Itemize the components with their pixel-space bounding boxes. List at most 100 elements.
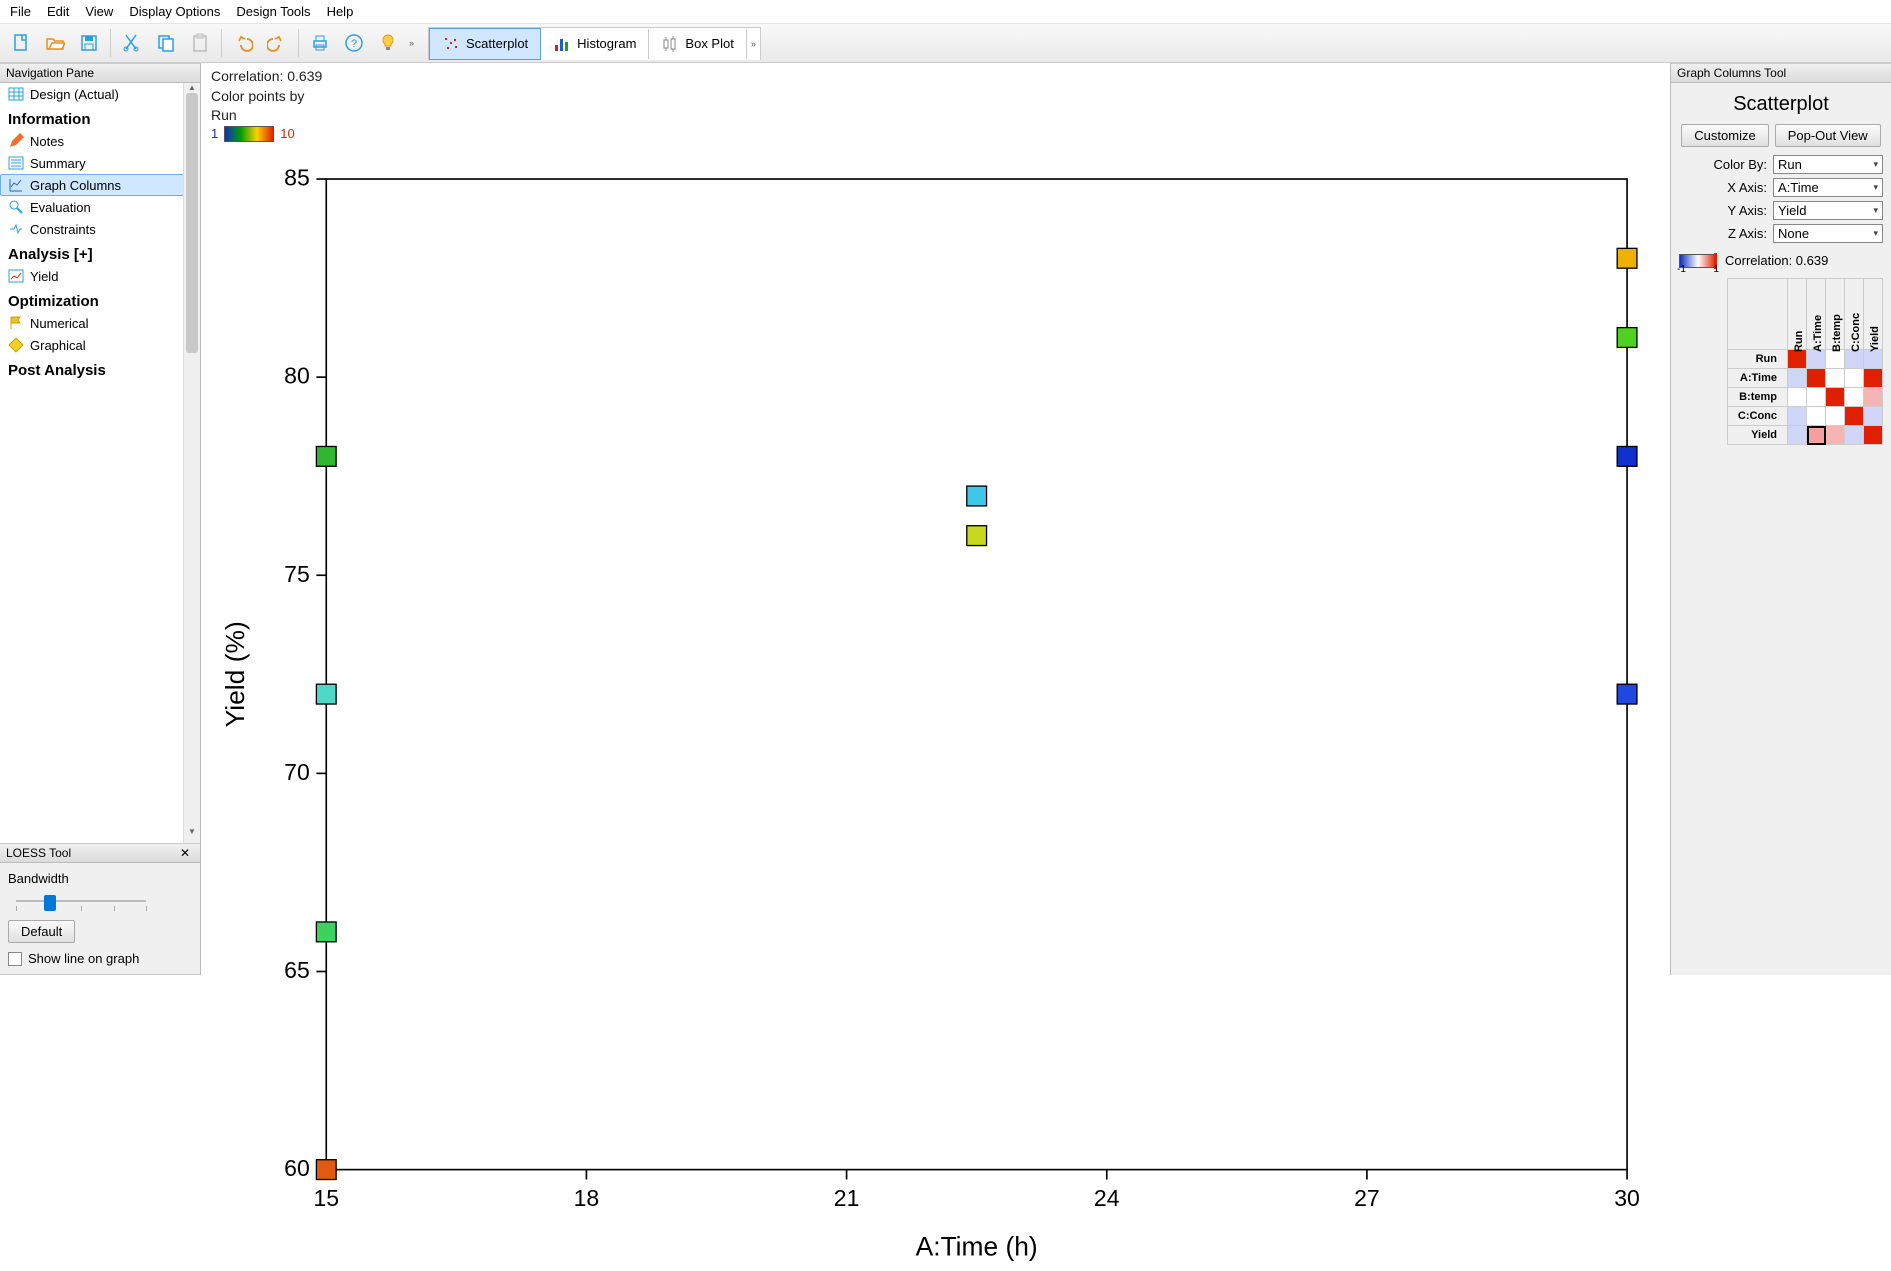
- nav-graph-columns[interactable]: Graph Columns: [0, 174, 200, 196]
- svg-text:A:Time (h): A:Time (h): [916, 1231, 1038, 1261]
- open-file-icon[interactable]: [40, 28, 70, 58]
- chevron-down-icon: ▾: [1873, 205, 1878, 216]
- scatterplot[interactable]: 151821242730606570758085A:Time (h)Yield …: [211, 146, 1660, 1269]
- list-icon: [8, 155, 24, 171]
- histogram-icon: [553, 35, 571, 53]
- customize-button[interactable]: Customize: [1681, 124, 1768, 147]
- svg-text:80: 80: [284, 362, 310, 388]
- chevron-down-icon: ▾: [1873, 228, 1878, 239]
- tab-boxplot[interactable]: Box Plot: [649, 29, 746, 59]
- correlation-matrix[interactable]: RunA:TimeB:tempC:ConcYieldRunA:TimeB:tem…: [1679, 278, 1883, 445]
- toolbar-overflow-icon[interactable]: »: [405, 38, 418, 48]
- navigation-pane-header: Navigation Pane: [0, 63, 200, 83]
- scroll-thumb[interactable]: [186, 93, 198, 353]
- tab-scatterplot[interactable]: Scatterplot: [429, 28, 541, 60]
- magnifier-icon: [8, 199, 24, 215]
- undo-icon[interactable]: [228, 28, 258, 58]
- color-by-label: Color points by: [211, 87, 1660, 107]
- save-icon[interactable]: [74, 28, 104, 58]
- menu-file[interactable]: File: [10, 4, 31, 19]
- checkbox-icon: [8, 952, 22, 966]
- chart-area: Correlation: 0.639 Color points by Run 1…: [201, 63, 1670, 975]
- correlation-scale: -1 1 Correlation: 0.639: [1679, 253, 1883, 268]
- close-icon[interactable]: ✕: [176, 846, 194, 860]
- redo-icon[interactable]: [262, 28, 292, 58]
- svg-text:75: 75: [284, 561, 310, 587]
- svg-text:85: 85: [284, 164, 310, 190]
- tips-icon[interactable]: [373, 28, 403, 58]
- svg-text:60: 60: [284, 1155, 310, 1181]
- svg-text:24: 24: [1094, 1185, 1120, 1211]
- nav-notes[interactable]: Notes: [0, 130, 200, 152]
- chevron-down-icon: ▾: [1873, 182, 1878, 193]
- menu-view[interactable]: View: [85, 4, 113, 19]
- print-icon[interactable]: [305, 28, 335, 58]
- chevron-down-icon: ▾: [1873, 159, 1878, 170]
- zaxis-lbl: Z Axis:: [1728, 226, 1767, 241]
- menu-edit[interactable]: Edit: [47, 4, 69, 19]
- table-icon: [8, 86, 24, 102]
- constraint-icon: [8, 221, 24, 237]
- nav-scrollbar[interactable]: ▲ ▼: [183, 83, 200, 843]
- scale-max: 10: [280, 126, 294, 141]
- menu-display-options[interactable]: Display Options: [129, 4, 220, 19]
- nav-evaluation[interactable]: Evaluation: [0, 196, 200, 218]
- svg-text:Yield (%): Yield (%): [220, 621, 250, 727]
- graph-icon: [8, 177, 24, 193]
- scale-min: 1: [211, 126, 218, 141]
- boxplot-icon: [661, 35, 679, 53]
- scroll-down-icon[interactable]: ▼: [184, 827, 200, 843]
- yaxis-select[interactable]: Yield▾: [1773, 201, 1883, 220]
- popout-button[interactable]: Pop-Out View: [1775, 124, 1881, 147]
- zaxis-select[interactable]: None▾: [1773, 224, 1883, 243]
- gradient-bar: [224, 126, 274, 142]
- paste-icon[interactable]: [185, 28, 215, 58]
- svg-text:27: 27: [1354, 1185, 1380, 1211]
- yaxis-lbl: Y Axis:: [1727, 203, 1767, 218]
- xaxis-lbl: X Axis:: [1727, 180, 1767, 195]
- xaxis-select[interactable]: A:Time▾: [1773, 178, 1883, 197]
- bandwidth-label: Bandwidth: [8, 871, 192, 886]
- chart-icon: [8, 268, 24, 284]
- correlation-value: Correlation: 0.639: [1725, 253, 1828, 268]
- help-icon[interactable]: ?: [339, 28, 369, 58]
- default-button[interactable]: Default: [8, 920, 75, 943]
- new-file-icon[interactable]: [6, 28, 36, 58]
- color-by-select[interactable]: Run▾: [1773, 155, 1883, 174]
- menu-help[interactable]: Help: [327, 4, 354, 19]
- graph-columns-header: Graph Columns Tool: [1671, 63, 1891, 83]
- copy-icon[interactable]: [151, 28, 181, 58]
- tab-boxplot-label: Box Plot: [685, 36, 733, 51]
- svg-text:30: 30: [1614, 1185, 1640, 1211]
- nav-design-actual[interactable]: Design (Actual): [0, 83, 200, 105]
- nav-yield[interactable]: Yield: [0, 265, 200, 287]
- nav-numerical[interactable]: Numerical: [0, 312, 200, 334]
- svg-text:15: 15: [313, 1185, 339, 1211]
- show-line-checkbox[interactable]: Show line on graph: [8, 951, 192, 966]
- nav-summary[interactable]: Summary: [0, 152, 200, 174]
- menu-design-tools[interactable]: Design Tools: [236, 4, 310, 19]
- chart-type-tabs: Scatterplot Histogram Box Plot »: [428, 27, 761, 60]
- nav-constraints[interactable]: Constraints: [0, 218, 200, 240]
- diamond-icon: [8, 337, 24, 353]
- color-by-variable: Run: [211, 106, 1660, 126]
- svg-text:?: ?: [351, 38, 357, 50]
- nav-section-analysis[interactable]: Analysis [+]: [0, 240, 200, 265]
- svg-text:21: 21: [834, 1185, 860, 1211]
- flag-icon: [8, 315, 24, 331]
- menubar: File Edit View Display Options Design To…: [0, 0, 1891, 24]
- nav-design-label: Design (Actual): [30, 87, 119, 102]
- chart-tabs-overflow-icon[interactable]: »: [747, 39, 760, 49]
- nav-section-information: Information: [0, 105, 200, 130]
- left-panel: Navigation Pane Design (Actual) Informat…: [0, 63, 201, 975]
- bandwidth-slider[interactable]: [16, 892, 146, 910]
- correlation-text: Correlation: 0.639: [211, 67, 1660, 87]
- toolbar: ? » Scatterplot Histogram Box Plot »: [0, 24, 1891, 63]
- tab-histogram[interactable]: Histogram: [541, 29, 649, 59]
- cut-icon[interactable]: [117, 28, 147, 58]
- nav-graphical[interactable]: Graphical: [0, 334, 200, 356]
- tab-histogram-label: Histogram: [577, 36, 636, 51]
- pencil-icon: [8, 133, 24, 149]
- nav-section-optimization: Optimization: [0, 287, 200, 312]
- svg-text:70: 70: [284, 759, 310, 785]
